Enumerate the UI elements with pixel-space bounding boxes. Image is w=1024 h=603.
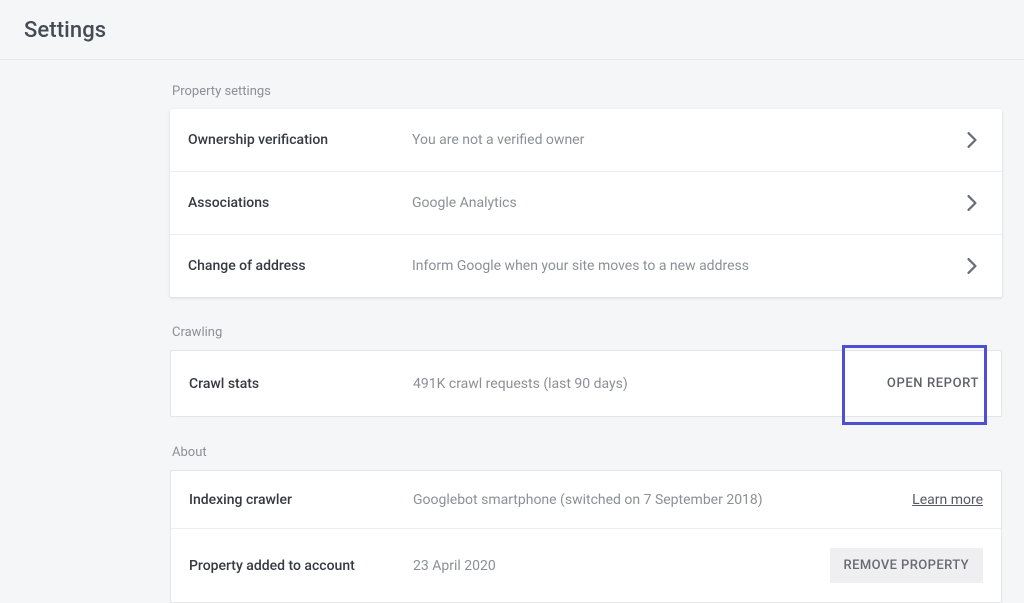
section-label-about: About [170, 445, 1002, 460]
row-label: Ownership verification [188, 132, 412, 148]
property-settings-card: Ownership verification You are not a ver… [170, 109, 1002, 297]
remove-property-button[interactable]: REMOVE PROPERTY [830, 548, 983, 583]
content: Property settings Ownership verification… [170, 60, 1002, 603]
row-associations[interactable]: Associations Google Analytics [170, 172, 1002, 235]
section-label-property-settings: Property settings [170, 84, 1002, 99]
learn-more-link[interactable]: Learn more [912, 492, 983, 508]
open-report-button[interactable]: OPEN REPORT [883, 370, 983, 397]
page-header: Settings [0, 0, 1024, 60]
row-label: Change of address [188, 258, 412, 274]
row-label: Indexing crawler [189, 492, 413, 508]
chevron-right-icon [960, 254, 984, 278]
section-label-crawling: Crawling [170, 325, 1002, 340]
row-value: 491K crawl requests (last 90 days) [413, 376, 883, 392]
row-value: Google Analytics [412, 195, 960, 211]
row-ownership-verification[interactable]: Ownership verification You are not a ver… [170, 109, 1002, 172]
row-label: Associations [188, 195, 412, 211]
row-change-of-address[interactable]: Change of address Inform Google when you… [170, 235, 1002, 297]
row-label: Crawl stats [189, 376, 413, 392]
row-value: Inform Google when your site moves to a … [412, 258, 960, 274]
chevron-right-icon [960, 128, 984, 152]
about-card: Indexing crawler Googlebot smartphone (s… [170, 470, 1002, 603]
row-value: Googlebot smartphone (switched on 7 Sept… [413, 492, 912, 508]
row-label: Property added to account [189, 558, 413, 574]
chevron-right-icon [960, 191, 984, 215]
crawling-card: Crawl stats 491K crawl requests (last 90… [170, 350, 1002, 417]
row-value: 23 April 2020 [413, 558, 830, 574]
row-indexing-crawler: Indexing crawler Googlebot smartphone (s… [171, 471, 1001, 529]
row-crawl-stats: Crawl stats 491K crawl requests (last 90… [171, 351, 1001, 416]
row-property-added: Property added to account 23 April 2020 … [171, 529, 1001, 602]
settings-page: Settings Property settings Ownership ver… [0, 0, 1024, 603]
row-value: You are not a verified owner [412, 132, 960, 148]
page-title: Settings [24, 18, 1000, 43]
